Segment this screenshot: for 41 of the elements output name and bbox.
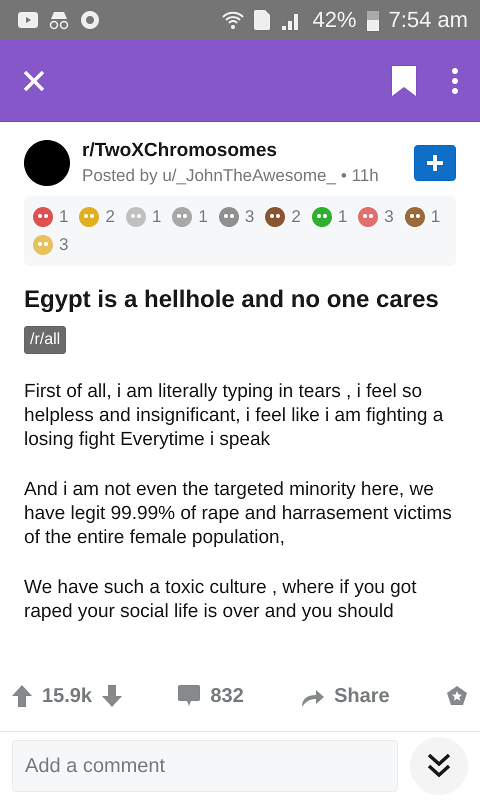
battery-percent: 42%	[312, 7, 356, 33]
incognito-icon	[48, 10, 70, 30]
vote-score: 15.9k	[42, 684, 92, 708]
award-count: 3	[244, 207, 254, 227]
subreddit-avatar[interactable]	[24, 140, 70, 186]
award-count: 3	[59, 235, 68, 255]
post-age: • 11h	[340, 166, 379, 186]
award-count: 1	[198, 207, 208, 227]
downvote-button[interactable]	[102, 685, 122, 707]
post-paragraph: First of all, i am literally typing in tears , i feel so helpless and insignificant, i feel like i am fighting a losing fight Everytime i speak	[24, 380, 444, 452]
sim-icon	[254, 10, 270, 30]
double-chevron-icon	[427, 753, 451, 779]
comment-field[interactable]: Add a comment	[12, 740, 398, 792]
post-flair: /r/all	[24, 326, 66, 354]
award-count: 3	[384, 207, 394, 227]
clock: 7:54 am	[388, 7, 468, 33]
post-paragraph: We have such a toxic culture , where if you got raped your social life is over and you should	[24, 576, 418, 624]
bookmark-button[interactable]	[392, 66, 416, 96]
join-button[interactable]	[414, 145, 456, 181]
video-icon	[18, 12, 38, 28]
comment-icon	[178, 685, 200, 707]
share-button[interactable]: Share	[300, 684, 390, 708]
battery-icon	[366, 9, 378, 31]
post-title: Egypt is a hellhole and no one cares	[24, 286, 440, 314]
comment-count[interactable]: 832	[210, 684, 244, 708]
award-count: 2	[291, 207, 301, 227]
upvote-button[interactable]	[12, 685, 32, 707]
subreddit-name[interactable]: r/TwoXChromosomes	[82, 140, 379, 162]
browser-icon	[80, 10, 100, 30]
plus-icon	[426, 154, 444, 172]
post-author[interactable]: Posted by u/_JohnTheAwesome_	[82, 166, 336, 186]
award-count: 1	[59, 207, 68, 227]
more-button[interactable]	[452, 68, 458, 94]
award-count: 1	[430, 207, 440, 227]
award-count: 2	[105, 207, 115, 227]
award-button[interactable]	[446, 685, 468, 707]
award-count: 1	[152, 207, 162, 227]
post-paragraph: And i am not even the targeted minority here, we have legit 99.99% of rape and harrasement victims of the entire female population,	[24, 478, 453, 550]
wifi-icon	[222, 9, 244, 31]
close-button[interactable]	[22, 69, 46, 93]
award-count: 1	[338, 207, 348, 227]
